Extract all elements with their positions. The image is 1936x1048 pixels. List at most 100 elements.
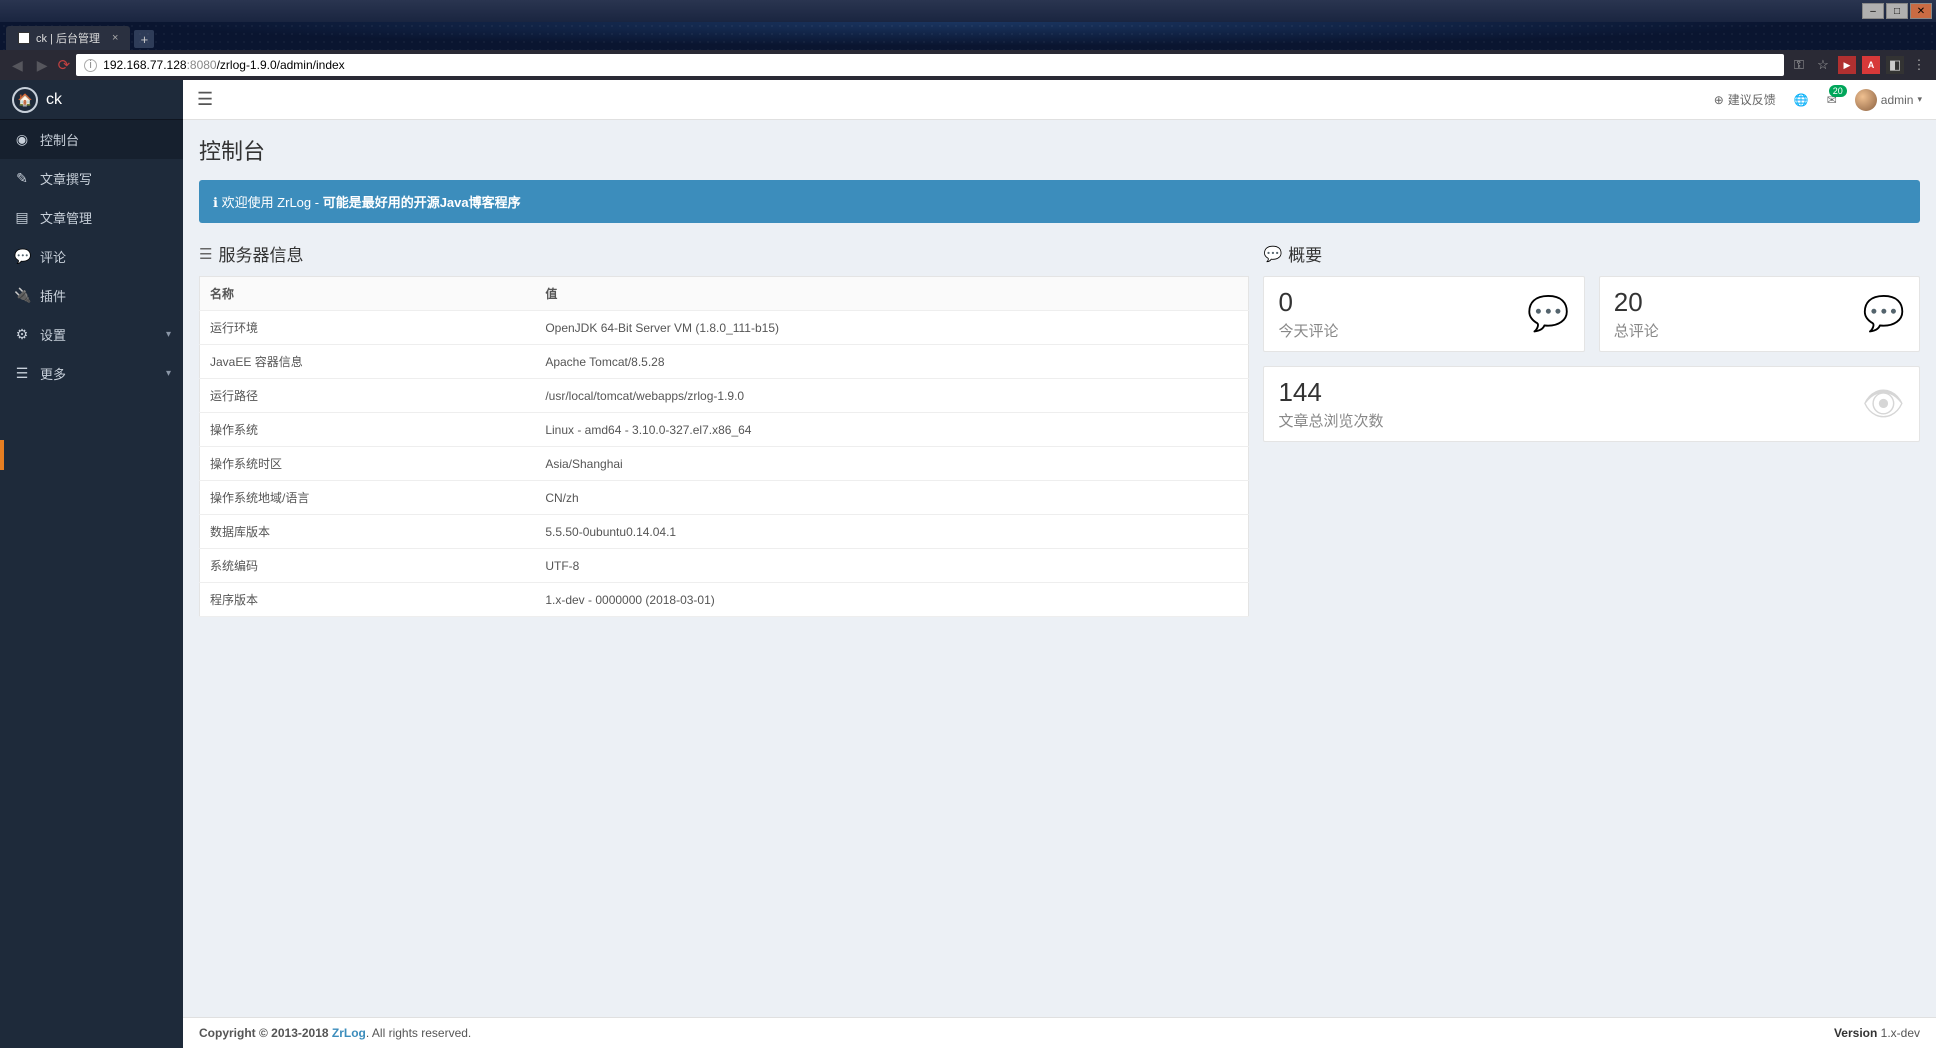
notifications-button[interactable]: ✉ 20 xyxy=(1827,93,1837,107)
edge-marker xyxy=(0,440,4,470)
row-key: JavaEE 容器信息 xyxy=(200,345,536,379)
sidebar-toggle-button[interactable]: ☰ xyxy=(197,89,213,110)
row-key: 运行路径 xyxy=(200,379,536,413)
sidebar-item-cogs[interactable]: ⚙设置▾ xyxy=(0,315,183,354)
browser-menu-icon[interactable]: ⋮ xyxy=(1910,56,1928,74)
key-icon[interactable]: ⚿ xyxy=(1790,56,1808,74)
user-menu[interactable]: admin▾ xyxy=(1855,89,1922,111)
table-row: 运行环境OpenJDK 64-Bit Server VM (1.8.0_111-… xyxy=(200,311,1249,345)
site-info-icon[interactable]: i xyxy=(84,59,97,72)
feedback-link[interactable]: ⊕ 建议反馈 xyxy=(1714,91,1776,108)
row-value: Asia/Shanghai xyxy=(535,447,1249,481)
main: ☰ ⊕ 建议反馈 🌐 ✉ 20 admin▾ 控制台 ℹ xyxy=(183,80,1936,1048)
table-row: 程序版本1.x-dev - 0000000 (2018-03-01) xyxy=(200,583,1249,617)
new-tab-button[interactable]: + xyxy=(134,30,154,48)
chevron-down-icon: ▾ xyxy=(1917,94,1922,105)
browser-tab-active[interactable]: ck | 后台管理 × xyxy=(6,26,130,50)
sidebar-item-plug[interactable]: 🔌 插件 xyxy=(0,276,183,315)
edit-icon: ✎ xyxy=(14,170,30,187)
sidebar-item-label: 插件 xyxy=(40,286,66,305)
globe-icon: 🌐 xyxy=(1794,93,1809,107)
sidebar: 🏠 ck ◉控制台 ✎ 文章撰写 ▤ 文章管理 💬评论 🔌 插件 ⚙设置▾ ☰ 更多 ▾ xyxy=(0,80,183,1048)
stat-label: 今天评论 xyxy=(1278,320,1338,341)
sidebar-item-label: 更多 xyxy=(40,364,66,383)
sidebar-item-more[interactable]: ☰ 更多 ▾ xyxy=(0,354,183,393)
row-value: CN/zh xyxy=(535,481,1249,515)
stat-label: 文章总浏览次数 xyxy=(1278,410,1383,431)
bookmark-icon[interactable]: ☆ xyxy=(1814,56,1832,74)
os-minimize-button[interactable]: – xyxy=(1862,3,1884,19)
stat-label: 总评论 xyxy=(1614,320,1659,341)
back-button[interactable]: ◀ xyxy=(8,55,27,76)
row-value: Linux - amd64 - 3.10.0-327.el7.x86_64 xyxy=(535,413,1249,447)
notification-badge: 20 xyxy=(1829,85,1847,97)
extension-icon-1[interactable]: ▶ xyxy=(1838,56,1856,74)
row-value: OpenJDK 64-Bit Server VM (1.8.0_111-b15) xyxy=(535,311,1249,345)
tab-title: ck | 后台管理 xyxy=(36,30,100,46)
table-row: JavaEE 容器信息Apache Tomcat/8.5.28 xyxy=(200,345,1249,379)
server-info-table: 名称 值 运行环境OpenJDK 64-Bit Server VM (1.8.0… xyxy=(199,276,1249,617)
plug-icon: 🔌 xyxy=(14,287,30,304)
info-icon: ℹ xyxy=(213,195,222,210)
comment-icon: 💬 xyxy=(1863,294,1905,334)
stat-number: 144 xyxy=(1278,377,1383,408)
sidebar-item-comments[interactable]: 💬评论 xyxy=(0,237,183,276)
sidebar-item-dashboard[interactable]: ◉控制台 xyxy=(0,120,183,159)
tab-close-icon[interactable]: × xyxy=(112,32,118,44)
row-value: /usr/local/tomcat/webapps/zrlog-1.9.0 xyxy=(535,379,1249,413)
os-titlebar: – □ ✕ xyxy=(0,0,1936,22)
extension-icon-2[interactable]: ◧ xyxy=(1886,56,1904,74)
row-key: 操作系统地域/语言 xyxy=(200,481,536,515)
stat-number: 0 xyxy=(1278,287,1338,318)
table-row: 运行路径/usr/local/tomcat/webapps/zrlog-1.9.… xyxy=(200,379,1249,413)
brand[interactable]: 🏠 ck xyxy=(0,80,183,120)
eye-icon: 👁 xyxy=(1862,384,1905,424)
stat-card[interactable]: 0今天评论 💬 xyxy=(1263,276,1584,352)
reload-button[interactable]: ⟳ xyxy=(58,56,71,74)
server-info-header: ☰ 服务器信息 xyxy=(199,241,1249,266)
tab-favicon xyxy=(18,32,30,44)
comment-icon: 💬 xyxy=(1263,245,1282,263)
browser-tab-strip: ck | 后台管理 × + xyxy=(0,22,1936,50)
os-close-button[interactable]: ✕ xyxy=(1910,3,1932,19)
sidebar-item-label: 文章撰写 xyxy=(40,169,92,188)
row-key: 操作系统 xyxy=(200,413,536,447)
summary-title: 概要 xyxy=(1288,241,1322,266)
table-row: 数据库版本5.5.50-0ubuntu0.14.04.1 xyxy=(200,515,1249,549)
chevron-down-icon: ▾ xyxy=(166,368,171,379)
pdf-extension-icon[interactable]: A xyxy=(1862,56,1880,74)
sidebar-item-list[interactable]: ▤ 文章管理 xyxy=(0,198,183,237)
avatar xyxy=(1855,89,1877,111)
welcome-alert: ℹ 欢迎使用 ZrLog - 可能是最好用的开源Java博客程序 xyxy=(199,180,1920,223)
url-bar[interactable]: i 192.168.77.128:8080/zrlog-1.9.0/admin/… xyxy=(76,54,1784,76)
brand-text: ck xyxy=(46,91,62,109)
sidebar-item-label: 文章管理 xyxy=(40,208,92,227)
table-row: 操作系统Linux - amd64 - 3.10.0-327.el7.x86_6… xyxy=(200,413,1249,447)
row-value: 1.x-dev - 0000000 (2018-03-01) xyxy=(535,583,1249,617)
alert-text: 欢迎使用 ZrLog - xyxy=(222,195,323,210)
copyright-suffix: . All rights reserved. xyxy=(366,1026,471,1040)
list-icon: ▤ xyxy=(14,209,30,226)
stat-card[interactable]: 20总评论💬 xyxy=(1599,276,1920,352)
forward-button[interactable]: ▶ xyxy=(33,55,52,76)
globe-button[interactable]: 🌐 xyxy=(1794,93,1809,107)
comment-icon: 💬 xyxy=(1527,294,1569,334)
more-icon: ☰ xyxy=(14,365,30,382)
dashboard-icon: ◉ xyxy=(14,131,30,148)
os-maximize-button[interactable]: □ xyxy=(1886,3,1908,19)
version-label: Version xyxy=(1834,1026,1881,1040)
list-icon: ☰ xyxy=(199,245,212,263)
row-value: 5.5.50-0ubuntu0.14.04.1 xyxy=(535,515,1249,549)
row-key: 系统编码 xyxy=(200,549,536,583)
zrlog-link[interactable]: ZrLog xyxy=(332,1026,366,1040)
page-title: 控制台 xyxy=(199,134,1920,166)
row-key: 程序版本 xyxy=(200,583,536,617)
home-icon: 🏠 xyxy=(12,87,38,113)
table-row: 操作系统时区Asia/Shanghai xyxy=(200,447,1249,481)
user-name: admin xyxy=(1881,93,1914,107)
url-path: /zrlog-1.9.0/admin/index xyxy=(217,58,345,72)
th-name: 名称 xyxy=(200,277,536,311)
stat-card[interactable]: 144文章总浏览次数 👁 xyxy=(1263,366,1920,442)
browser-toolbar: ◀ ▶ ⟳ i 192.168.77.128:8080/zrlog-1.9.0/… xyxy=(0,50,1936,80)
sidebar-item-edit[interactable]: ✎ 文章撰写 xyxy=(0,159,183,198)
